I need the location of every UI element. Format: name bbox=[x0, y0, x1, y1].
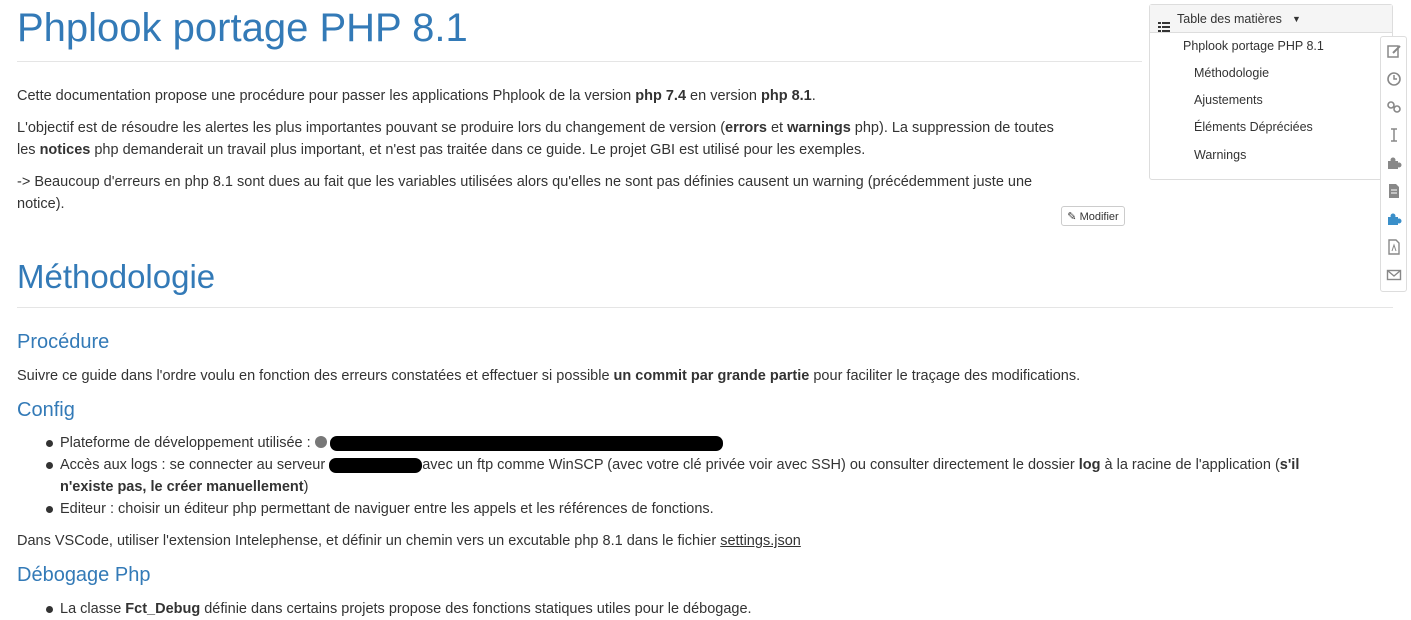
globe-icon bbox=[314, 436, 327, 448]
redacted-block bbox=[329, 435, 723, 451]
pdf-icon[interactable] bbox=[1386, 239, 1402, 255]
bullet bbox=[46, 506, 53, 513]
plugin-active-icon[interactable] bbox=[1386, 211, 1402, 227]
plugin-icon[interactable] bbox=[1386, 155, 1402, 171]
mail-icon[interactable] bbox=[1386, 267, 1402, 283]
page-tools-sidebar bbox=[1380, 36, 1407, 292]
subheading-procedure: Procédure bbox=[17, 331, 110, 353]
list-item: Editeur : choisir un éditeur php permett… bbox=[60, 501, 714, 517]
link-icon[interactable] bbox=[1386, 99, 1402, 115]
procedure-paragraph: Suivre ce guide dans l'ordre voulu en fo… bbox=[17, 368, 1081, 384]
toc-title: Table des matières bbox=[1177, 12, 1282, 26]
caret-down-icon: ▼ bbox=[1292, 14, 1301, 24]
document-icon[interactable] bbox=[1386, 183, 1402, 199]
table-of-contents: Table des matières ▼ Phplook portage PHP… bbox=[1149, 4, 1393, 180]
list-item: Accès aux logs : se connecter au serveur… bbox=[60, 457, 1300, 495]
toc-item[interactable]: Éléments Dépréciées bbox=[1194, 120, 1313, 134]
toc-item[interactable]: Ajustements bbox=[1194, 93, 1263, 107]
toc-item[interactable]: Phplook portage PHP 8.1 bbox=[1183, 39, 1324, 53]
section-divider bbox=[17, 307, 1393, 308]
bullet bbox=[46, 462, 53, 469]
pencil-icon: ✎ bbox=[1067, 211, 1077, 223]
vscode-paragraph: Dans VSCode, utiliser l'extension Intele… bbox=[17, 533, 801, 549]
edit-button[interactable]: ✎ Modifier bbox=[1061, 206, 1125, 226]
history-icon[interactable] bbox=[1386, 71, 1402, 87]
redacted-block bbox=[329, 457, 423, 473]
edit-icon[interactable] bbox=[1386, 43, 1402, 59]
title-divider bbox=[17, 61, 1142, 62]
list-icon bbox=[1158, 14, 1170, 32]
intro-paragraph-1: Cette documentation propose une procédur… bbox=[17, 88, 816, 104]
toc-item[interactable]: Warnings bbox=[1194, 148, 1246, 162]
intro-paragraph-2: L'objectif est de résoudre les alertes l… bbox=[17, 120, 1054, 158]
toc-toggle[interactable]: Table des matières ▼ bbox=[1150, 5, 1392, 33]
settings-json-link[interactable]: settings.json bbox=[720, 533, 801, 549]
toc-item[interactable]: Méthodologie bbox=[1194, 66, 1269, 80]
subheading-debogage: Débogage Php bbox=[17, 564, 151, 586]
page-title: Phplook portage PHP 8.1 bbox=[17, 6, 468, 50]
bullet bbox=[46, 440, 53, 447]
section-heading-methodologie: Méthodologie bbox=[17, 258, 216, 295]
list-item: Plateforme de développement utilisée : bbox=[60, 432, 723, 454]
text-cursor-icon[interactable] bbox=[1386, 127, 1402, 143]
intro-paragraph-3: -> Beaucoup d'erreurs en php 8.1 sont du… bbox=[17, 174, 1033, 212]
subheading-config: Config bbox=[17, 399, 75, 421]
list-item: La classe Fct_Debug définie dans certain… bbox=[60, 601, 752, 617]
